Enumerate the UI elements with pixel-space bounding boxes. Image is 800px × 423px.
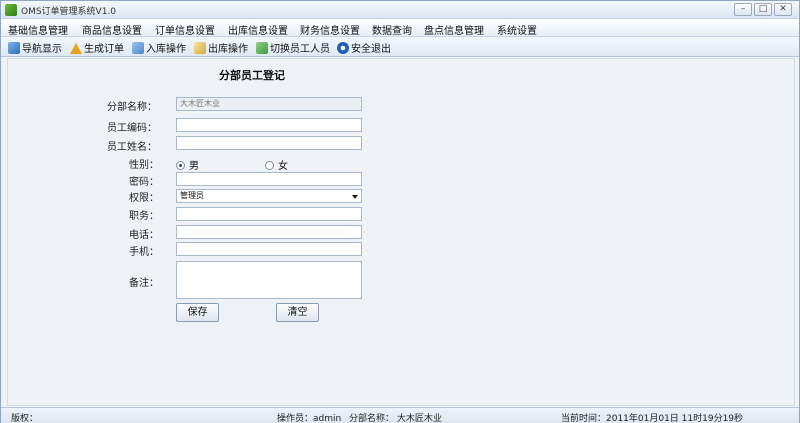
employee-code-label: 员工编码：	[107, 123, 157, 134]
remark-textarea[interactable]	[176, 261, 362, 299]
employee-code-field[interactable]	[176, 118, 362, 132]
switch-user-icon	[256, 42, 268, 54]
menu-order-settings[interactable]: 订单信息设置	[155, 22, 215, 37]
generate-order-button[interactable]: 生成订单	[70, 40, 124, 55]
window-title: OMS订单管理系统V1.0	[21, 7, 117, 17]
menu-outbound-settings[interactable]: 出库信息设置	[228, 22, 288, 37]
phone-field[interactable]	[176, 225, 362, 239]
gender-male-radio[interactable]: 男	[176, 157, 199, 172]
gender-male-label: 男	[189, 161, 199, 172]
permission-value: 管理员	[180, 191, 204, 200]
logout-icon	[337, 42, 349, 54]
copyright-text: 版权：	[11, 414, 39, 423]
nav-display-label: 导航显示	[22, 44, 62, 55]
generate-order-label: 生成订单	[84, 44, 124, 55]
gender-label: 性别：	[129, 160, 159, 171]
title-bar: OMS订单管理系统V1.0 – □ ✕	[1, 1, 799, 19]
permission-label: 权限：	[129, 193, 159, 204]
menu-basic-info[interactable]: 基础信息管理	[8, 22, 68, 37]
toolbar: 导航显示 生成订单 入库操作 出库操作 切换员工人员 安全退出	[1, 37, 799, 57]
inbound-label: 入库操作	[146, 44, 186, 55]
phone-label: 电话：	[129, 230, 159, 241]
branch-status-text: 分部名称： 大木匠木业	[349, 414, 442, 423]
app-window: OMS订单管理系统V1.0 – □ ✕ 基础信息管理 商品信息设置 订单信息设置…	[0, 0, 800, 423]
mobile-field[interactable]	[176, 242, 362, 256]
position-label: 职务：	[129, 211, 159, 222]
inbound-icon	[132, 42, 144, 54]
mobile-label: 手机：	[129, 247, 159, 258]
nav-display-button[interactable]: 导航显示	[8, 40, 62, 55]
permission-select[interactable]: 管理员	[176, 189, 362, 203]
outbound-icon	[194, 42, 206, 54]
switch-user-button[interactable]: 切换员工人员	[256, 40, 330, 55]
gender-female-radio[interactable]: 女	[265, 157, 288, 172]
menu-bar: 基础信息管理 商品信息设置 订单信息设置 出库信息设置 财务信息设置 数据查询 …	[1, 19, 799, 37]
clear-button[interactable]: 清空	[276, 303, 319, 322]
menu-finance-settings[interactable]: 财务信息设置	[300, 22, 360, 37]
save-button[interactable]: 保存	[176, 303, 219, 322]
menu-data-query[interactable]: 数据查询	[372, 22, 412, 37]
maximize-button[interactable]: □	[754, 3, 772, 16]
logout-label: 安全退出	[351, 44, 391, 55]
menu-system-settings[interactable]: 系统设置	[497, 22, 537, 37]
menu-inventory-management[interactable]: 盘点信息管理	[424, 22, 484, 37]
chevron-down-icon	[352, 195, 358, 199]
minimize-button[interactable]: –	[734, 3, 752, 16]
warning-triangle-icon	[70, 43, 82, 54]
inbound-button[interactable]: 入库操作	[132, 40, 186, 55]
branch-label: 分部名称：	[107, 102, 157, 113]
form-title: 分部员工登记	[219, 69, 285, 82]
current-time-text: 当前时间：2011年01月01日 11时19分19秒	[561, 414, 744, 423]
navigation-icon	[8, 42, 20, 54]
radio-unselected-icon	[265, 161, 274, 170]
employee-name-field[interactable]	[176, 136, 362, 150]
menu-product-settings[interactable]: 商品信息设置	[82, 22, 142, 37]
remark-label: 备注：	[129, 278, 159, 289]
password-label: 密码：	[129, 177, 159, 188]
operator-text: 操作员：admin	[277, 414, 342, 423]
switch-user-label: 切换员工人员	[270, 44, 330, 55]
radio-selected-icon	[176, 161, 185, 170]
position-field[interactable]	[176, 207, 362, 221]
outbound-label: 出库操作	[208, 44, 248, 55]
outbound-button[interactable]: 出库操作	[194, 40, 248, 55]
close-button[interactable]: ✕	[774, 3, 792, 16]
gender-female-label: 女	[278, 161, 288, 172]
employee-name-label: 员工姓名：	[107, 142, 157, 153]
status-bar: 版权： 操作员：admin 分部名称： 大木匠木业 当前时间：2011年01月0…	[1, 407, 799, 423]
logout-button[interactable]: 安全退出	[337, 40, 391, 55]
password-field[interactable]	[176, 172, 362, 186]
app-logo-icon	[5, 4, 17, 16]
branch-field: 大木匠木业	[176, 97, 362, 111]
